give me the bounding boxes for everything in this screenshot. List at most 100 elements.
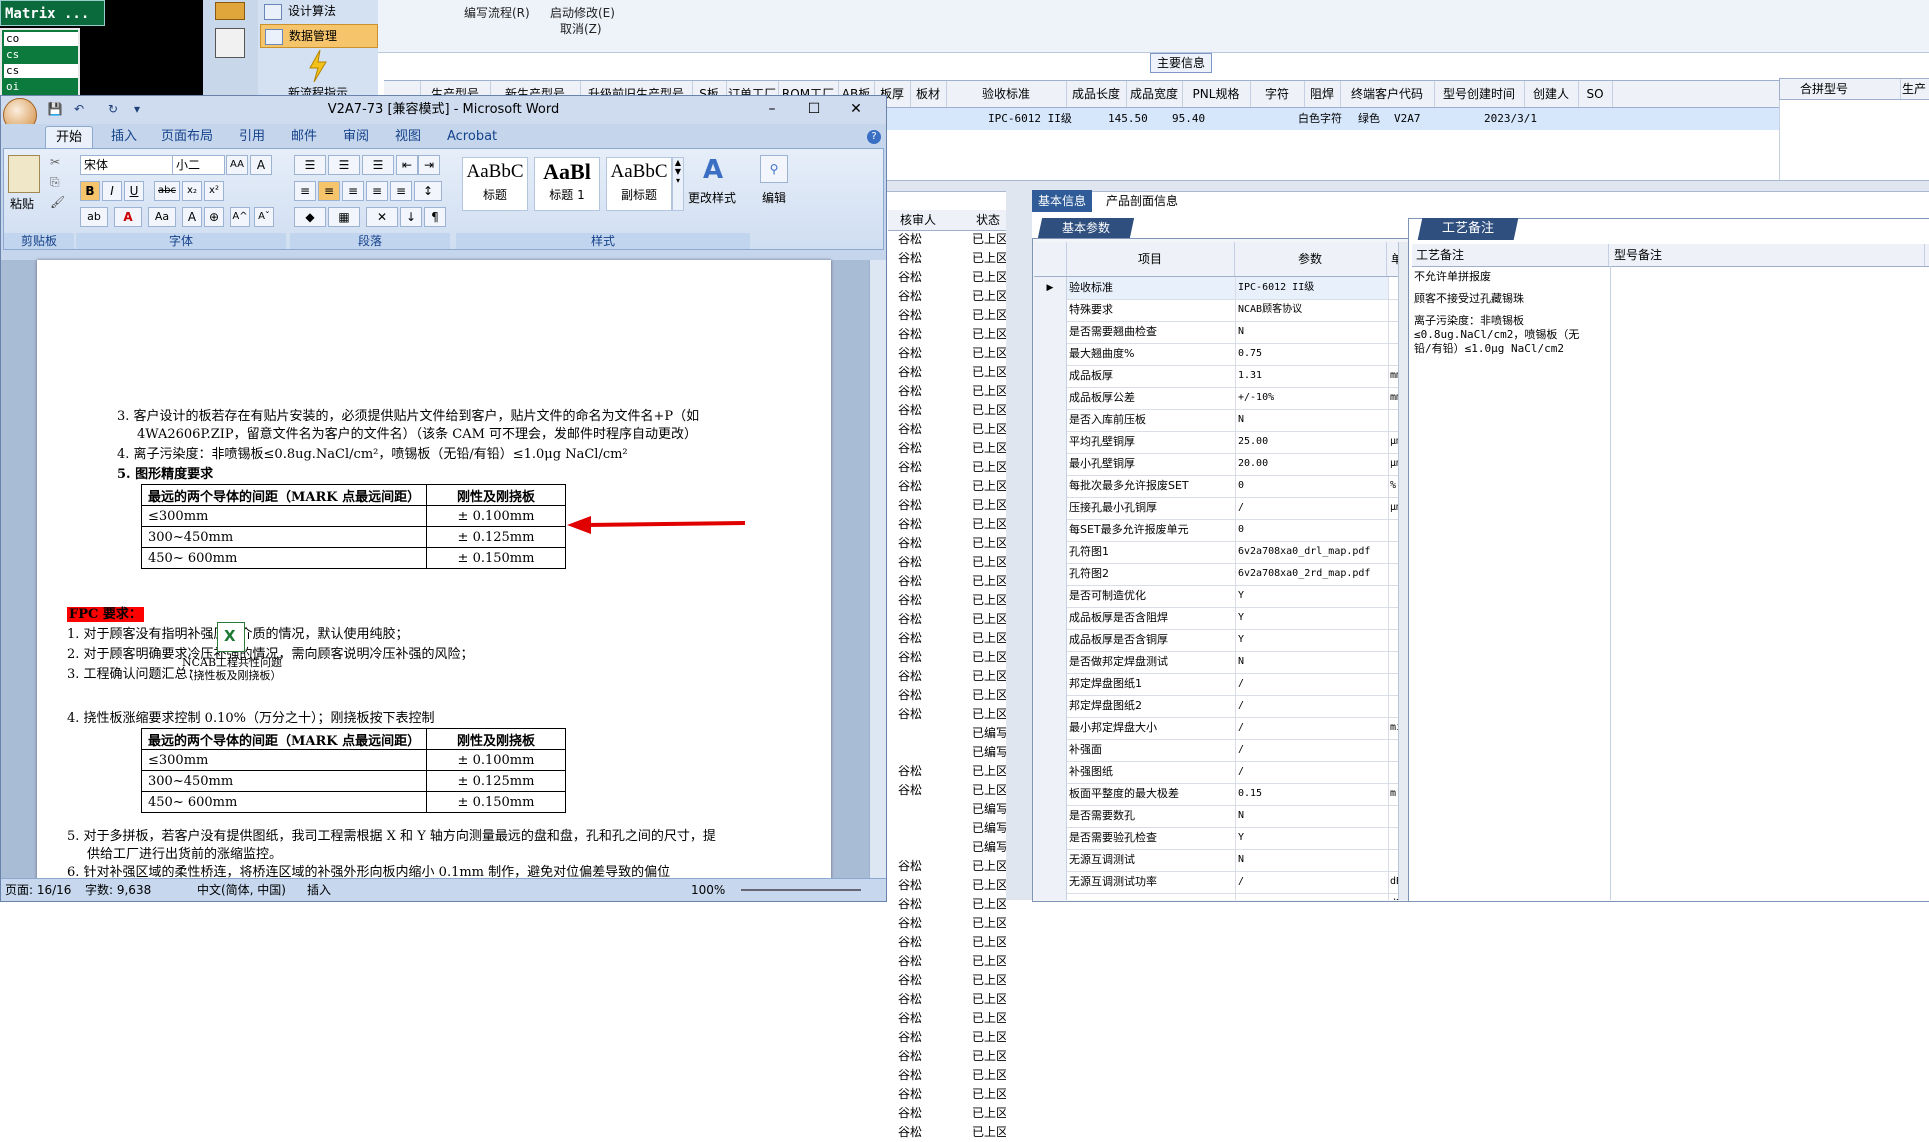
param-value[interactable]: /: [1236, 739, 1389, 761]
row-indicator[interactable]: [1034, 629, 1067, 651]
status-page[interactable]: 页面: 16/16: [5, 879, 71, 901]
param-row[interactable]: 平均孔壁铜厚25.00μmY: [1034, 431, 1398, 454]
param-row[interactable]: 补强图纸/Y: [1034, 761, 1398, 784]
row-indicator[interactable]: [1034, 387, 1067, 409]
param-row[interactable]: 特殊要求NCAB顾客协议Y: [1034, 299, 1398, 322]
param-value[interactable]: IPC-6012 II级: [1236, 277, 1389, 299]
review-list-row[interactable]: 谷松 已上区: [888, 1066, 1006, 1085]
tab-acrobat[interactable]: Acrobat: [437, 126, 507, 148]
shading-icon[interactable]: ◆: [294, 207, 326, 227]
param-value[interactable]: Y: [1236, 629, 1389, 651]
review-list-row[interactable]: 已编写: [888, 800, 1006, 819]
tab-view[interactable]: 视图: [385, 126, 431, 148]
status-insert-mode[interactable]: 插入: [307, 879, 331, 901]
param-value[interactable]: N: [1236, 321, 1389, 343]
review-list-row[interactable]: 谷松 已上区: [888, 1085, 1006, 1104]
font-name-box[interactable]: 宋体: [80, 155, 173, 175]
col-header[interactable]: 字符: [1250, 81, 1305, 107]
param-value[interactable]: +/-10%: [1236, 387, 1389, 409]
param-value[interactable]: 20.00: [1236, 453, 1389, 475]
review-list-row[interactable]: 谷松 已上区: [888, 1009, 1006, 1028]
tab-insert[interactable]: 插入: [101, 126, 147, 148]
param-row[interactable]: 是否入库前压板NY: [1034, 409, 1398, 432]
param-row[interactable]: 板面平整度的最大极差0.15m...Y: [1034, 783, 1398, 806]
font-color-icon[interactable]: A: [114, 207, 142, 227]
review-list-row[interactable]: 谷松 已上区: [888, 629, 1006, 648]
help-icon[interactable]: ?: [867, 130, 881, 144]
multilevel-list-icon[interactable]: ☰: [362, 155, 394, 175]
align-left-icon[interactable]: ≡: [294, 181, 316, 201]
col-header[interactable]: 项目: [1066, 242, 1235, 276]
param-row[interactable]: 是否需要数孔NY: [1034, 805, 1398, 828]
row-indicator[interactable]: [1034, 607, 1067, 629]
col-header[interactable]: 成品宽度: [1126, 81, 1183, 107]
param-row[interactable]: 每SET最多允许报废单元0Y: [1034, 519, 1398, 542]
superscript-button[interactable]: x²: [204, 181, 224, 201]
param-value[interactable]: /: [1236, 695, 1389, 717]
param-row[interactable]: 每批次最多允许报废SET0%Y: [1034, 475, 1398, 498]
param-value[interactable]: 0: [1236, 475, 1389, 497]
param-row[interactable]: 补强面/Y: [1034, 739, 1398, 762]
asian-layout-icon[interactable]: ✕: [366, 207, 398, 227]
col-header[interactable]: 型号备注: [1610, 244, 1925, 266]
param-row[interactable]: 成品板厚1.31mmY: [1034, 365, 1398, 388]
col-header[interactable]: PNL规格: [1182, 81, 1251, 107]
review-list-row[interactable]: 谷松 已上区: [888, 534, 1006, 553]
col-header[interactable]: 工艺备注: [1412, 244, 1609, 266]
underline-button[interactable]: U: [124, 181, 144, 201]
param-value[interactable]: 6v2a708xa0_drl_map.pdf: [1236, 541, 1389, 563]
review-list-row[interactable]: 谷松 已上区: [888, 382, 1006, 401]
char-border-icon[interactable]: A: [250, 155, 272, 175]
status-language[interactable]: 中文(简体, 中国): [197, 879, 286, 901]
param-row[interactable]: 成品板厚是否含阻焊YY: [1034, 607, 1398, 630]
col-header[interactable]: 创建人: [1524, 81, 1579, 107]
row-pointer-icon[interactable]: ▶: [1034, 277, 1067, 299]
row-indicator[interactable]: [1034, 827, 1067, 849]
change-styles-button[interactable]: 更改样式: [688, 189, 736, 206]
row-indicator[interactable]: [1034, 453, 1067, 475]
menu-compile-process[interactable]: 编写流程(R): [464, 4, 530, 21]
align-right-icon[interactable]: ≡: [342, 181, 364, 201]
paste-icon[interactable]: [8, 155, 40, 193]
param-row[interactable]: 是否需要翘曲检查NY: [1034, 321, 1398, 344]
menu-start-modify[interactable]: 启动修改(E): [550, 4, 615, 21]
review-list-row[interactable]: 谷松 已上区: [888, 1028, 1006, 1047]
param-row[interactable]: 成品板厚公差+/-10%mmY: [1034, 387, 1398, 410]
row-indicator[interactable]: [1034, 409, 1067, 431]
document-scrollbar[interactable]: [869, 260, 886, 878]
highlight-icon[interactable]: ab: [80, 207, 108, 227]
param-value[interactable]: Y: [1236, 827, 1389, 849]
review-list-row[interactable]: 谷松 已上区: [888, 857, 1006, 876]
param-value[interactable]: NCAB顾客协议: [1236, 299, 1389, 321]
row-indicator[interactable]: [1034, 431, 1067, 453]
param-value[interactable]: 0.75: [1236, 343, 1389, 365]
col-header[interactable]: 生产: [1902, 79, 1929, 99]
undo-icon[interactable]: ↶: [71, 101, 87, 117]
review-list-row[interactable]: 谷松 已上区: [888, 268, 1006, 287]
param-row[interactable]: 是否可制造优化YY: [1034, 585, 1398, 608]
review-list-row[interactable]: 谷松 已上区: [888, 553, 1006, 572]
menu-cancel[interactable]: 取消(Z): [560, 20, 602, 37]
review-list-row[interactable]: 谷松 已上区: [888, 420, 1006, 439]
row-indicator[interactable]: [1034, 717, 1067, 739]
review-list-row[interactable]: 谷松 已上区: [888, 496, 1006, 515]
param-value[interactable]: [1236, 893, 1389, 900]
review-list-row[interactable]: 谷松 已上区: [888, 1104, 1006, 1123]
customize-qat-icon[interactable]: ▾: [129, 101, 145, 117]
review-list-row[interactable]: 已编写: [888, 724, 1006, 743]
review-list-row[interactable]: 谷松 已上区: [888, 686, 1006, 705]
grow-font-icon[interactable]: A^: [230, 207, 250, 227]
review-list-row[interactable]: 谷松 已上区: [888, 952, 1006, 971]
review-list-row[interactable]: 谷松 已上区: [888, 1123, 1006, 1142]
review-list-row[interactable]: 谷松 已上区: [888, 876, 1006, 895]
row-indicator[interactable]: [1034, 695, 1067, 717]
col-header[interactable]: 核审人: [900, 210, 936, 230]
increase-indent-icon[interactable]: ⇥: [418, 155, 440, 175]
col-header[interactable]: 成品长度: [1066, 81, 1127, 107]
row-indicator[interactable]: [1034, 475, 1067, 497]
edit-button[interactable]: 编辑: [762, 189, 786, 206]
save-icon[interactable]: 💾: [47, 101, 63, 117]
review-list-row[interactable]: 谷松 已上区: [888, 477, 1006, 496]
review-list-row[interactable]: 已编写: [888, 819, 1006, 838]
close-button[interactable]: ✕: [837, 96, 875, 122]
